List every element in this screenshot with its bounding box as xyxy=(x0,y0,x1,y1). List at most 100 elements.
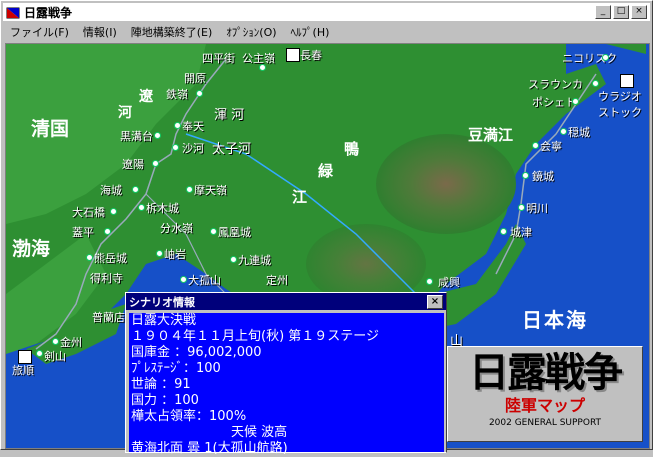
city-label: 開原 xyxy=(184,72,206,85)
city-dot[interactable] xyxy=(532,142,539,149)
city-dot[interactable] xyxy=(560,128,567,135)
city-label: 大孤山 xyxy=(188,274,221,287)
city-label: 公主嶺 xyxy=(242,52,275,65)
city-dot[interactable] xyxy=(602,54,609,61)
region-tomanko: 豆満江 xyxy=(468,126,514,144)
menu-info[interactable]: 情報(I) xyxy=(76,24,124,40)
city-label: 黒溝台 xyxy=(120,130,153,143)
city-dot[interactable] xyxy=(138,204,145,211)
city-label: ポシェト xyxy=(532,96,576,109)
city-label: 長春 xyxy=(300,49,322,62)
city-dot[interactable] xyxy=(592,80,599,87)
city-dot[interactable] xyxy=(110,208,117,215)
city-dot[interactable] xyxy=(36,350,43,357)
city-label: 得利寺 xyxy=(90,272,123,285)
city-label: 九連城 xyxy=(238,254,271,267)
region-shinkoku: 清国 xyxy=(31,118,70,140)
city-label: 城津 xyxy=(510,226,532,239)
scenario-title-bar[interactable]: シナリオ情報 × xyxy=(126,293,446,310)
menu-options[interactable]: ｵﾌﾟｼｮﾝ(O) xyxy=(219,24,283,40)
scenario-line: ﾌﾟﾚｽﾃｰｼﾞ：100 xyxy=(131,361,221,376)
river-ryoku: 緑 xyxy=(318,162,334,180)
scenario-line: 天候 波高 xyxy=(231,425,288,440)
city-label: 摩天嶺 xyxy=(194,184,227,197)
city-label: 柝木城 xyxy=(146,202,179,215)
city-label: 奉天 xyxy=(182,120,204,133)
city-dot[interactable] xyxy=(104,228,111,235)
city-label: 定州 xyxy=(266,274,288,287)
logo-title: 日露戦争 xyxy=(469,349,623,396)
city-dot[interactable] xyxy=(259,64,266,71)
fortress-icon[interactable] xyxy=(18,350,32,364)
city-label: 熊岳城 xyxy=(94,252,127,265)
city-label: 咸興 xyxy=(438,276,460,289)
city-label: 鏡城 xyxy=(532,170,554,183)
scenario-title: シナリオ情報 xyxy=(129,295,195,309)
scenario-body: 日露大決戦 １９０４年１１月上旬(秋) 第１９ステージ 国庫金 ：96,002,… xyxy=(129,313,444,456)
city-dot[interactable] xyxy=(86,254,93,261)
city-dot[interactable] xyxy=(186,186,193,193)
fortress-icon[interactable] xyxy=(620,74,634,88)
scenario-line: 世論 ：91 xyxy=(131,377,191,392)
fortress-icon[interactable] xyxy=(286,48,300,62)
maximize-button[interactable]: □ xyxy=(613,5,629,19)
city-label: 分水嶺 xyxy=(160,222,193,235)
city-label: スラウンカ xyxy=(528,78,583,91)
city-dot[interactable] xyxy=(196,90,203,97)
city-label: 海城 xyxy=(100,184,122,197)
scenario-line: 国庫金 ：96,002,000 xyxy=(131,345,262,360)
city-label: 明川 xyxy=(526,202,548,215)
game-logo: 日露戦争 陸軍マップ 2002 GENERAL SUPPORT xyxy=(447,346,643,442)
city-dot[interactable] xyxy=(174,122,181,129)
city-label: 岫岩 xyxy=(164,248,186,261)
river-kon: 渾 河 xyxy=(214,108,245,123)
city-label: 遼陽 xyxy=(122,158,144,171)
city-label: ウラジオストック xyxy=(598,90,642,119)
city-dot[interactable] xyxy=(572,98,579,105)
city-dot[interactable] xyxy=(210,228,217,235)
city-label: 蓋平 xyxy=(72,226,94,239)
menu-end-build[interactable]: 陣地構築終了(E) xyxy=(124,24,220,40)
city-label: 鳳凰城 xyxy=(218,226,251,239)
city-label: 鉄嶺 xyxy=(166,88,188,101)
menu-file[interactable]: ファイル(F) xyxy=(3,24,76,40)
menu-bar: ファイル(F) 情報(I) 陣地構築終了(E) ｵﾌﾟｼｮﾝ(O) ﾍﾙﾌﾟ(H… xyxy=(3,22,650,41)
river-ka: 河 xyxy=(118,105,132,121)
city-label: 旅順 xyxy=(12,364,34,377)
river-taishi: 太子河 xyxy=(212,142,252,157)
city-label: 会寧 xyxy=(540,140,562,153)
scenario-line: 国力 ：100 xyxy=(131,393,199,408)
window-title: 日露戦争 xyxy=(24,5,73,20)
city-label: 沙河 xyxy=(182,142,204,155)
scenario-line: 日露大決戦 xyxy=(131,313,197,328)
minimize-button[interactable]: _ xyxy=(595,5,611,19)
city-dot[interactable] xyxy=(500,228,507,235)
scenario-close-button[interactable]: × xyxy=(427,295,443,309)
city-dot[interactable] xyxy=(154,132,161,139)
city-label: 四平街 xyxy=(202,52,235,65)
scenario-line: 樺太占領率：100% xyxy=(131,409,247,424)
city-dot[interactable] xyxy=(52,338,59,345)
title-bar[interactable]: 日露戦争 _ □ × xyxy=(3,3,650,21)
city-dot[interactable] xyxy=(156,250,163,257)
city-label: 穏城 xyxy=(568,126,590,139)
menu-help[interactable]: ﾍﾙﾌﾟ(H) xyxy=(284,24,337,40)
river-ryo: 遼 xyxy=(139,89,153,105)
city-dot[interactable] xyxy=(230,256,237,263)
city-dot[interactable] xyxy=(172,144,179,151)
main-window: 日露戦争 _ □ × ファイル(F) 情報(I) 陣地構築終了(E) ｵﾌﾟｼｮ… xyxy=(0,0,653,456)
river-ou: 鴨 xyxy=(344,140,360,158)
city-dot[interactable] xyxy=(518,204,525,211)
city-label: 剣山 xyxy=(44,350,66,363)
city-label: 普蘭店 xyxy=(92,311,125,324)
city-dot[interactable] xyxy=(180,276,187,283)
city-dot[interactable] xyxy=(132,186,139,193)
river-kou: 江 xyxy=(292,188,308,206)
city-dot[interactable] xyxy=(426,278,433,285)
scenario-line: 黄海北面 曇 1(大孤山航路) xyxy=(131,441,288,456)
logo-subtitle: 陸軍マップ xyxy=(504,396,585,415)
city-dot[interactable] xyxy=(522,172,529,179)
close-button[interactable]: × xyxy=(631,5,647,19)
region-bokkai: 渤海 xyxy=(12,238,51,260)
city-dot[interactable] xyxy=(152,160,159,167)
